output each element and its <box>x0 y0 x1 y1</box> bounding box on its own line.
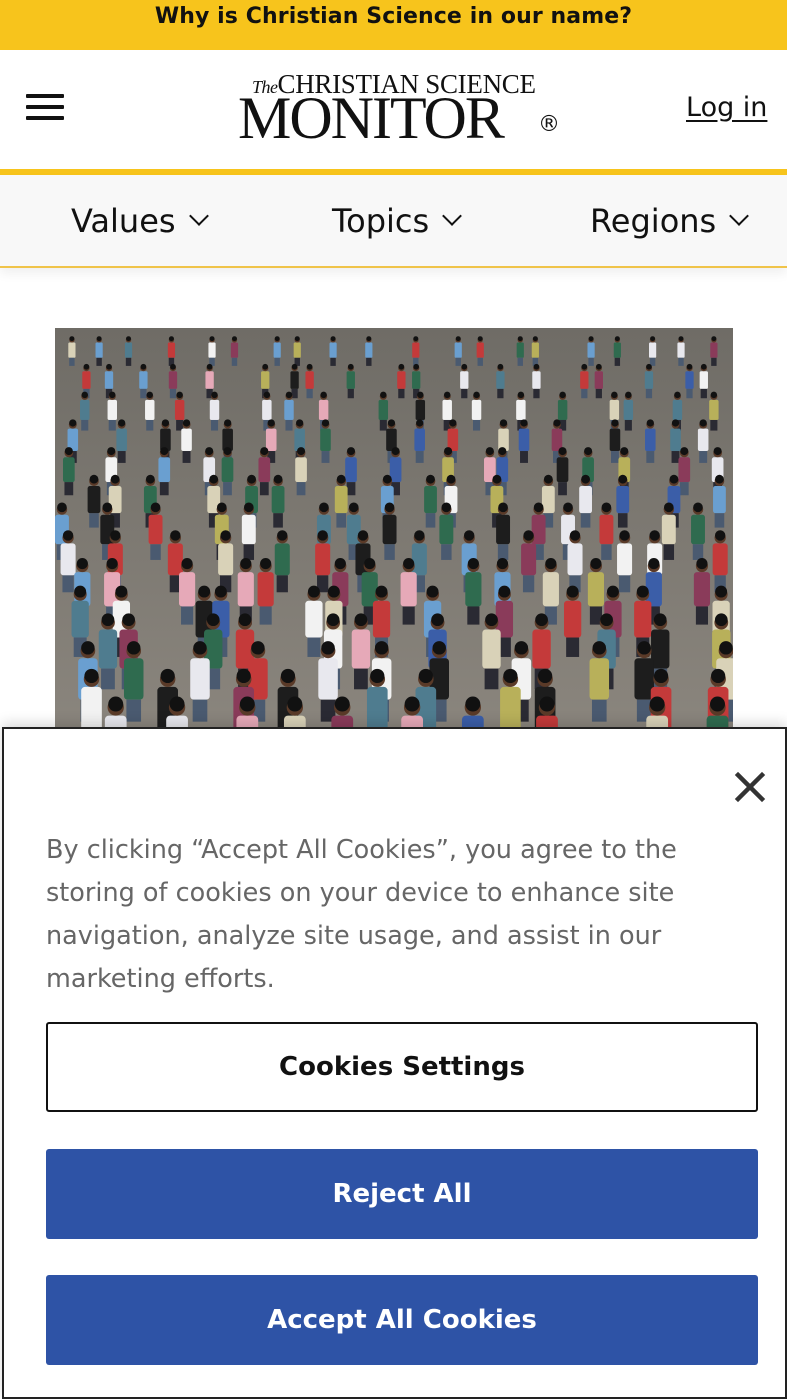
reject-all-button[interactable]: Reject All <box>46 1149 758 1239</box>
hamburger-menu-icon[interactable] <box>26 90 66 124</box>
site-header: TheCHRISTIAN SCIENCE MONITOR ® Log in <box>0 50 787 170</box>
nav-item-regions[interactable]: Regions <box>590 201 750 241</box>
cookie-consent-dialog: By clicking “Accept All Cookies”, you ag… <box>2 727 787 1399</box>
nav-item-label: Topics <box>332 202 430 240</box>
logo-line2: MONITOR <box>238 85 505 151</box>
promo-banner-text[interactable]: Why is Christian Science in our name? <box>155 4 632 29</box>
main-nav: Values Topics Regions <box>0 175 787 268</box>
nav-item-label: Regions <box>590 202 717 240</box>
accept-all-cookies-button[interactable]: Accept All Cookies <box>46 1275 758 1365</box>
login-link[interactable]: Log in <box>686 92 767 123</box>
close-icon[interactable] <box>732 769 768 805</box>
cookies-settings-button[interactable]: Cookies Settings <box>46 1022 758 1112</box>
cookie-consent-text: By clicking “Accept All Cookies”, you ag… <box>46 835 677 994</box>
chevron-down-icon <box>442 206 463 226</box>
page: Why is Christian Science in our name? Th… <box>0 0 787 1399</box>
crowd-photo-placeholder <box>55 328 733 728</box>
nav-item-label: Values <box>71 202 176 240</box>
hero-image[interactable] <box>55 328 733 728</box>
logo-registered-mark: ® <box>538 112 560 137</box>
chevron-down-icon <box>729 206 750 226</box>
nav-item-values[interactable]: Values <box>71 201 209 241</box>
nav-item-topics[interactable]: Topics <box>332 201 463 241</box>
chevron-down-icon <box>188 206 209 226</box>
site-logo[interactable]: TheCHRISTIAN SCIENCE MONITOR ® <box>232 66 572 150</box>
promo-banner[interactable]: Why is Christian Science in our name? <box>0 0 787 50</box>
